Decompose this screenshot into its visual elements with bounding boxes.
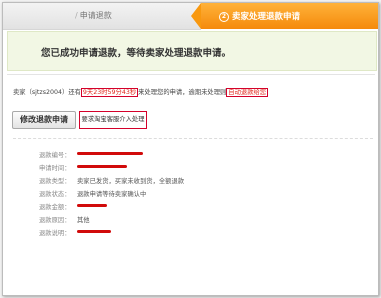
seller-prefix: 卖家（ (13, 89, 32, 96)
step-seller-processing: 2 卖家处理退款申请 (191, 3, 378, 29)
redaction-mark (77, 152, 143, 155)
modify-refund-button[interactable]: 修改退款申请 (12, 111, 76, 129)
step-number-circle: 2 (219, 12, 229, 22)
seller-middle: ）还有 (62, 89, 81, 96)
notice-message: 您已成功申请退款，等待卖家处理退款申请。 (41, 48, 232, 59)
auto-refund-note: 自动退款给您 (226, 88, 269, 97)
countdown-timer: 9天23时59分43秒 (80, 88, 139, 97)
detail-row-apply-time: 申请时间： (3, 163, 363, 173)
detail-label: 退款原因： (39, 217, 71, 224)
step-apply-refund: / 申请退款 (3, 3, 201, 30)
redaction-mark (77, 165, 127, 168)
step-label: 申请退款 (79, 11, 112, 20)
detail-label: 退款类型： (39, 178, 71, 185)
divider (7, 74, 375, 75)
seller-after-time: 来处理您的申请，逾期未处理则 (138, 89, 227, 96)
redaction-mark (77, 204, 107, 207)
detail-label: 退款编号： (39, 152, 71, 159)
detail-row-refund-type: 退款类型： 卖家已发货，买家未收到货，全额退款 (3, 176, 363, 186)
detail-label: 退款金额： (39, 204, 71, 211)
detail-label: 退款状态： (39, 191, 71, 198)
redaction-mark (77, 230, 111, 233)
dashed-divider (13, 138, 373, 139)
detail-row-refund-status: 退款状态： 退款申请等待卖家确认中 (3, 189, 363, 199)
refund-page: / 申请退款 2 卖家处理退款申请 您已成功申请退款，等待卖家处理退款申请。 卖家（… (2, 2, 379, 296)
detail-row-refund-note: 退款说明： (3, 228, 363, 238)
detail-row-refund-amount: 退款金额： (3, 202, 363, 212)
detail-row-refund-reason: 退款原因： 其他 (3, 215, 363, 225)
detail-label: 申请时间： (39, 165, 71, 172)
step-label: 卖家处理退款申请 (232, 12, 301, 22)
detail-label: 退款说明： (39, 230, 71, 237)
request-customer-service-button[interactable]: 要求淘宝客服介入处理 (79, 111, 147, 129)
detail-value: 卖家已发货，买家未收到货，全额退款 (77, 178, 185, 185)
step-number: / (75, 11, 78, 20)
seller-deadline-text: 卖家（sjtzs2004）还有 9天23时59分43秒 来处理您的申请，逾期未处理则… (13, 87, 269, 97)
detail-row-refund-id: 退款编号： (3, 150, 363, 160)
progress-steps: / 申请退款 2 卖家处理退款申请 (3, 3, 378, 30)
success-notice: 您已成功申请退款，等待卖家处理退款申请。 (7, 31, 377, 71)
detail-value: 其他 (77, 217, 90, 224)
seller-name: sjtzs2004 (31, 89, 63, 96)
detail-value: 退款申请等待卖家确认中 (77, 191, 147, 198)
